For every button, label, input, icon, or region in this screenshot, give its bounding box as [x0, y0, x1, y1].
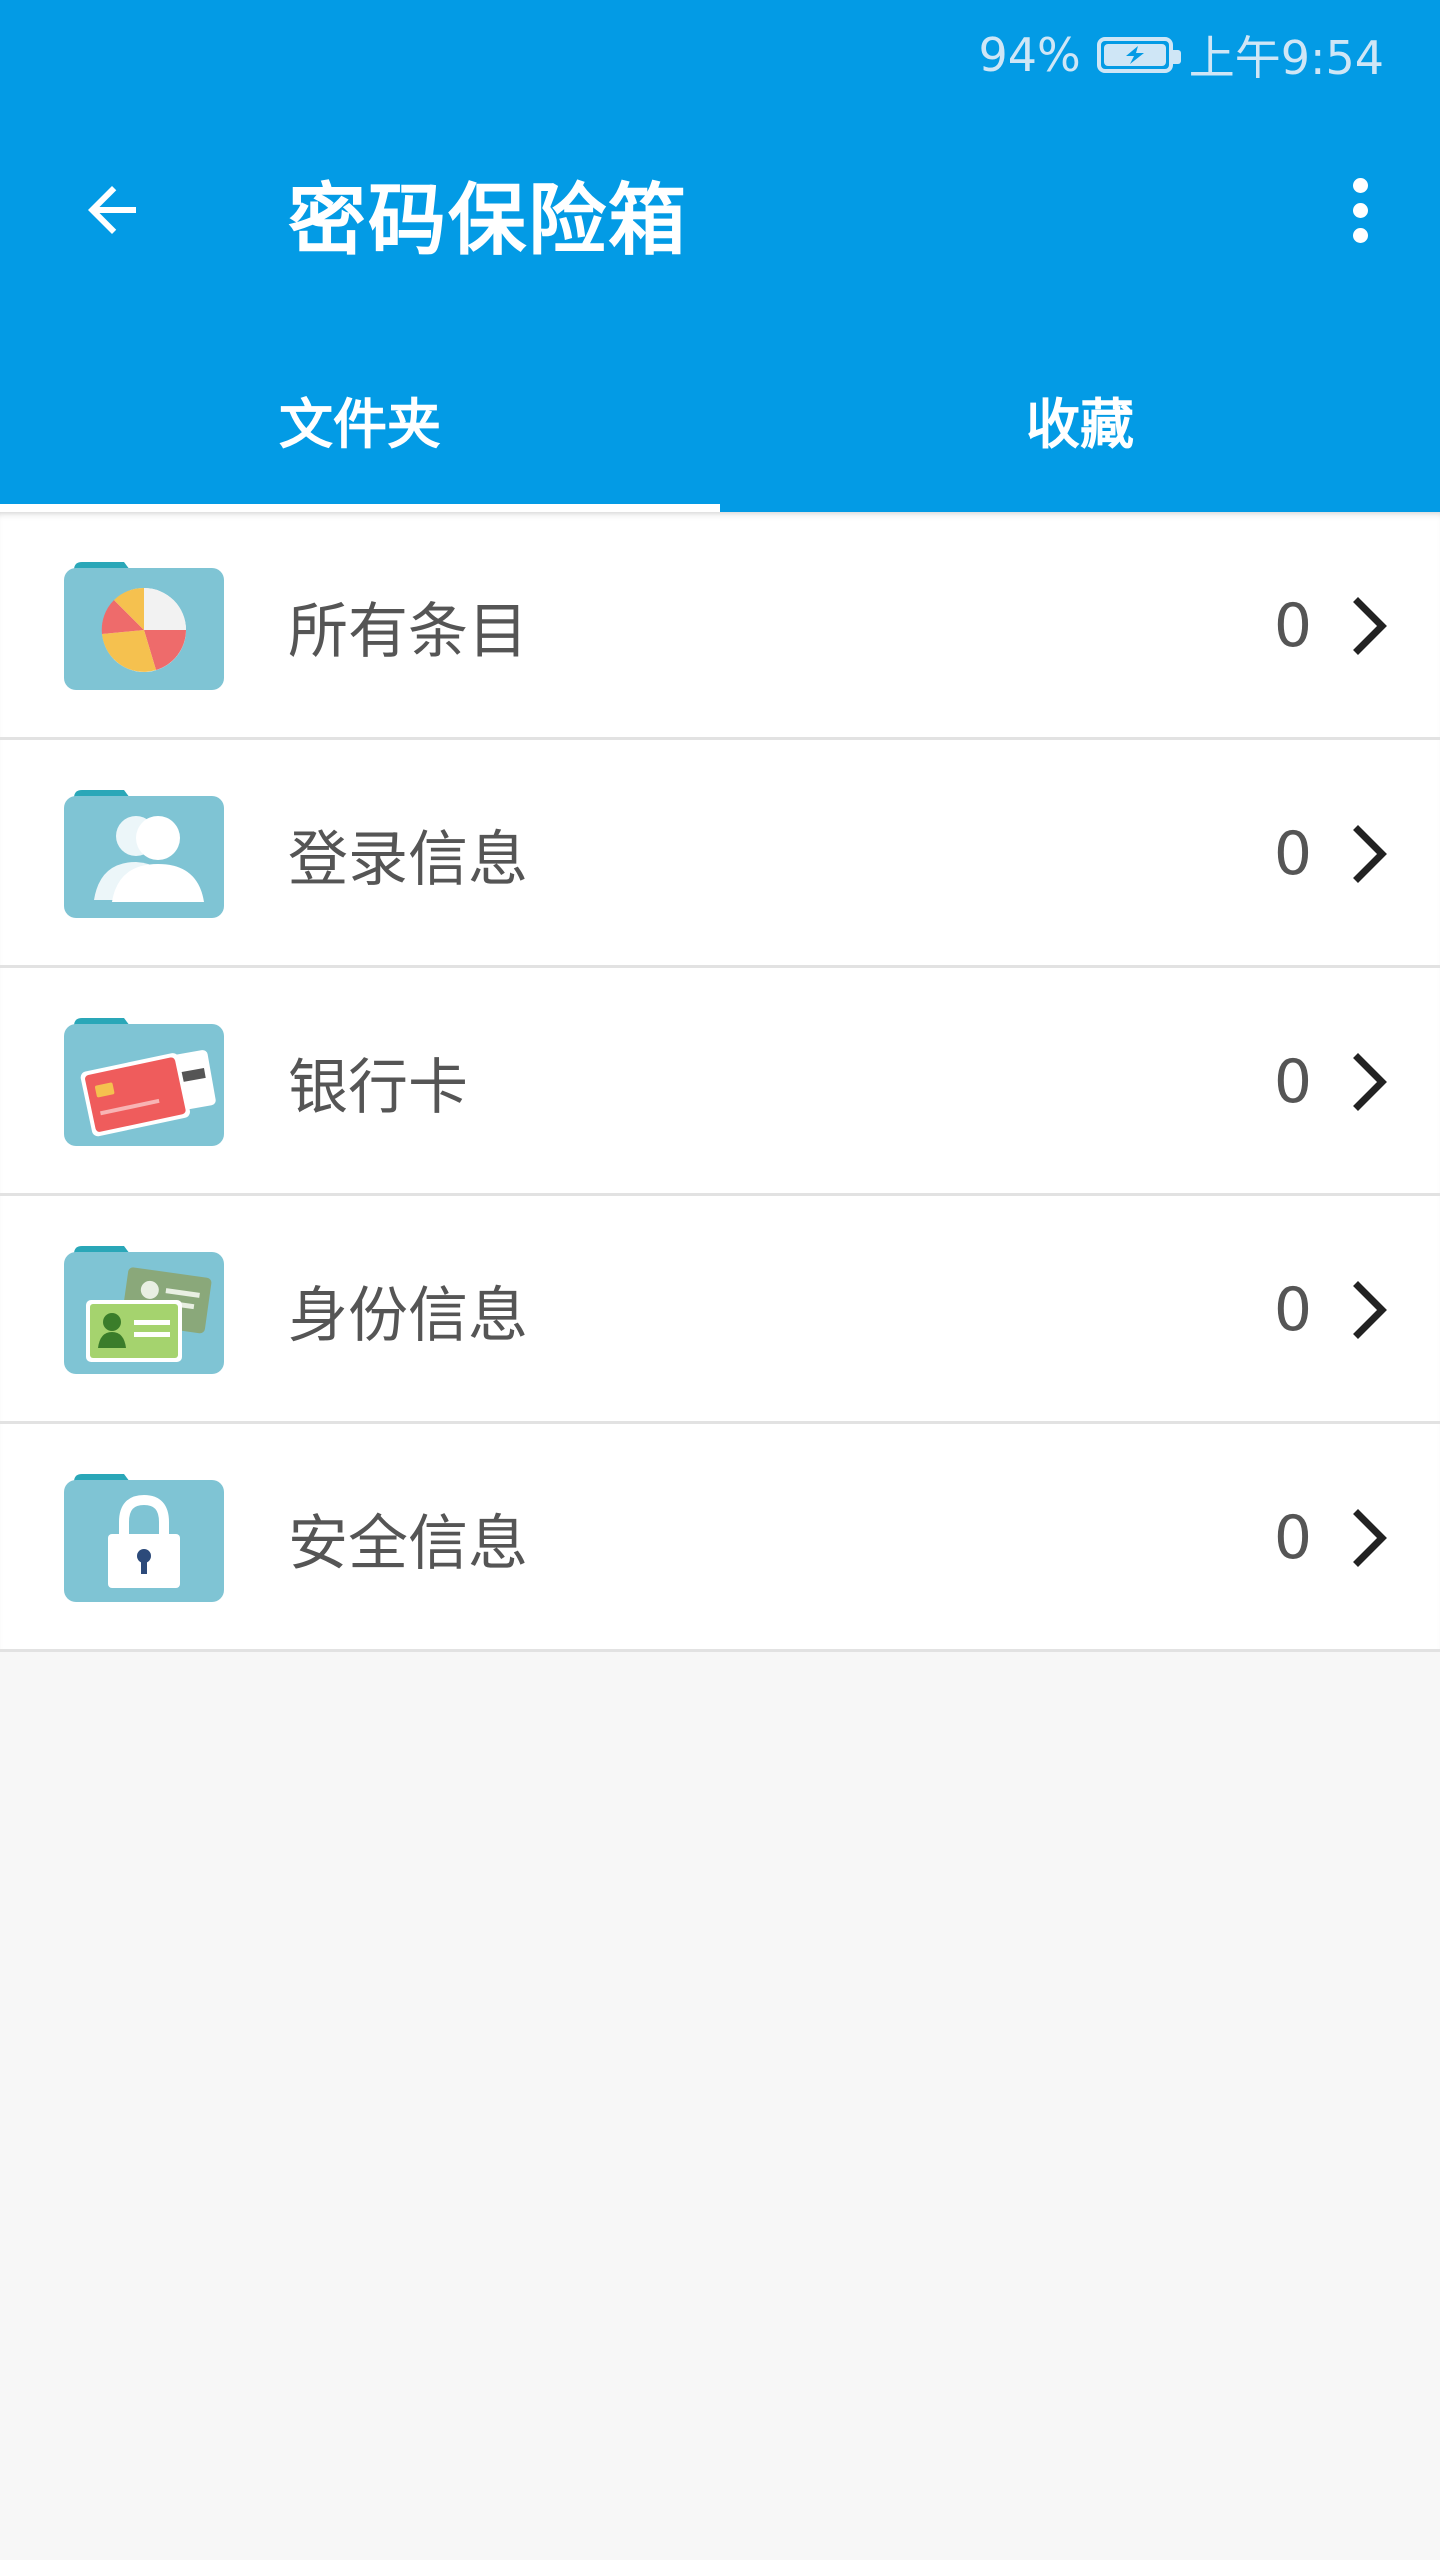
users-folder-icon [64, 790, 224, 918]
folder-row-identity-info[interactable]: 身份信息 0 [0, 1196, 1440, 1424]
toolbar: 密码保险箱 [0, 120, 1440, 300]
battery-icon [1096, 37, 1181, 73]
status-bar: 94% 上午9:54 [0, 0, 1440, 100]
arrow-left-icon [88, 186, 136, 234]
chevron-right-icon [1353, 597, 1387, 655]
chevron-right-icon [1353, 1509, 1387, 1567]
folder-row-bank-cards[interactable]: 银行卡 0 [0, 968, 1440, 1196]
folder-count: 0 [1273, 1503, 1312, 1573]
more-options-button[interactable] [1330, 166, 1390, 254]
folder-count: 0 [1273, 591, 1312, 661]
folder-label: 所有条目 [288, 596, 528, 667]
page-title: 密码保险箱 [288, 176, 689, 266]
folder-count: 0 [1273, 819, 1312, 889]
folder-label: 安全信息 [288, 1508, 528, 1579]
battery-percent: 94% [978, 28, 1081, 82]
folder-label: 银行卡 [288, 1052, 468, 1123]
folder-label: 身份信息 [288, 1280, 528, 1351]
folder-row-security-info[interactable]: 安全信息 0 [0, 1424, 1440, 1652]
tab-bar: 文件夹 收藏 [0, 340, 1440, 512]
tab-folders[interactable]: 文件夹 [0, 340, 720, 512]
credit-card-folder-icon [64, 1018, 224, 1146]
pie-chart-folder-icon [64, 562, 224, 690]
chevron-right-icon [1353, 1281, 1387, 1339]
back-button[interactable] [70, 168, 154, 252]
folder-list: 所有条目 0 登录信息 0 银行卡 0 身份信息 0 安全信息 0 [0, 512, 1440, 1652]
folder-count: 0 [1273, 1047, 1312, 1117]
id-card-folder-icon [64, 1246, 224, 1374]
chevron-right-icon [1353, 825, 1387, 883]
chevron-right-icon [1353, 1053, 1387, 1111]
folder-row-all-items[interactable]: 所有条目 0 [0, 512, 1440, 740]
folder-label: 登录信息 [288, 824, 528, 895]
folder-count: 0 [1273, 1275, 1312, 1345]
status-right: 94% 上午9:54 [978, 22, 1384, 88]
lock-folder-icon [64, 1474, 224, 1602]
app-bar: 94% 上午9:54 密码保险箱 文件夹 收藏 [0, 0, 1440, 512]
tab-favorites[interactable]: 收藏 [720, 340, 1440, 512]
status-time: 上午9:54 [1188, 31, 1384, 85]
more-vert-icon [1352, 177, 1368, 193]
folder-row-login-info[interactable]: 登录信息 0 [0, 740, 1440, 968]
